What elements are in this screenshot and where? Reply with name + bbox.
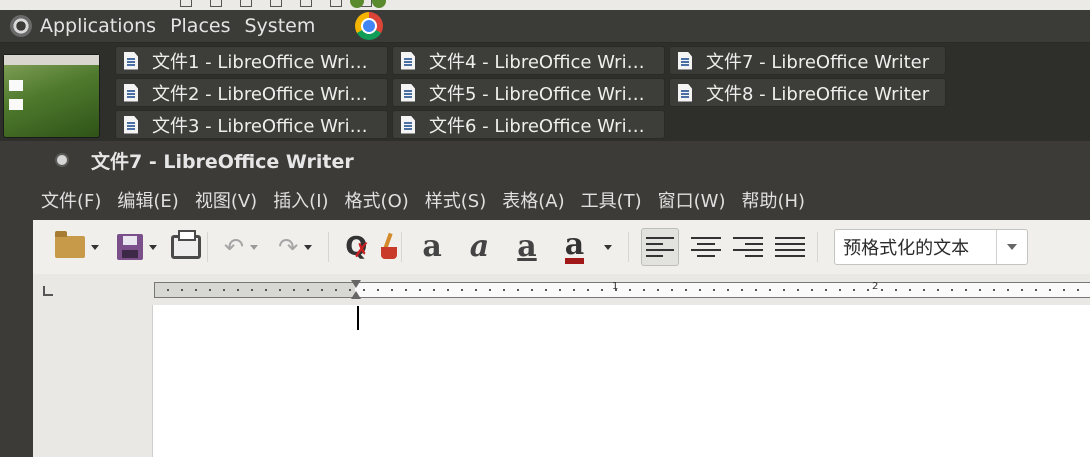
taskbar-window-1[interactable]: 文件1 - LibreOffice Wri… (115, 46, 388, 75)
desktop-top-edge (0, 0, 1090, 10)
text-cursor (357, 306, 359, 330)
document-icon (678, 83, 692, 102)
align-right-button[interactable] (733, 233, 764, 261)
menu-tools[interactable]: 工具(T) (581, 187, 642, 213)
ruler-ticks (155, 283, 1090, 297)
toolbar-separator (817, 232, 819, 262)
save-dropdown-arrow[interactable] (149, 244, 157, 250)
window-menu-icon[interactable] (55, 153, 69, 167)
panel-menu-applications[interactable]: Applications (40, 15, 156, 37)
justify-button[interactable] (775, 233, 806, 261)
panel-menu-system[interactable]: System (244, 15, 315, 37)
redo-icon: ↷ (278, 233, 299, 261)
ruler-label: 1 (612, 281, 619, 292)
taskbar-window-label: 文件7 - LibreOffice Writer (706, 51, 930, 73)
top-panel: Applications Places System (0, 10, 1090, 43)
tab-stop-icon[interactable] (43, 286, 53, 296)
document-icon (401, 83, 415, 102)
taskbar-window-label: 文件1 - LibreOffice Wri… (152, 51, 368, 73)
document-icon (401, 115, 415, 134)
toolbar-separator (401, 232, 403, 262)
document-icon (124, 51, 138, 70)
italic-icon: a (469, 229, 490, 264)
spellcheck-icon: Q ✗ (345, 232, 370, 262)
menu-insert[interactable]: 插入(I) (273, 187, 328, 213)
printer-icon (171, 230, 201, 259)
underline-icon: a (517, 229, 537, 264)
distro-logo-icon[interactable] (10, 15, 32, 37)
menu-styles[interactable]: 样式(S) (425, 187, 486, 213)
document-icon (124, 83, 138, 102)
paragraph-style-value: 预格式化的文本 (843, 238, 970, 259)
taskbar-window-label: 文件4 - LibreOffice Wri… (429, 51, 645, 73)
menu-file[interactable]: 文件(F) (41, 187, 101, 213)
top-edge-decoration (180, 0, 372, 8)
window-list-panel: 文件1 - LibreOffice Wri… 文件2 - LibreOffice… (0, 43, 1090, 141)
workspace-switcher[interactable] (3, 54, 100, 138)
taskbar-window-6[interactable]: 文件6 - LibreOffice Wri… (392, 110, 665, 139)
horizontal-ruler[interactable]: 1 2 (154, 280, 1090, 300)
spelling-button[interactable]: Q ✗ (335, 229, 370, 265)
toolbar-separator (328, 232, 330, 262)
chrome-launcher-icon[interactable] (355, 12, 384, 40)
document-icon (124, 115, 138, 134)
taskbar-window-3[interactable]: 文件3 - LibreOffice Wri… (115, 110, 388, 139)
taskbar-window-label: 文件3 - LibreOffice Wri… (152, 115, 368, 137)
taskbar-window-2[interactable]: 文件2 - LibreOffice Wri… (115, 78, 388, 107)
menu-bar: 文件(F) 编辑(E) 视图(V) 插入(I) 格式(O) 样式(S) 表格(A… (33, 179, 1090, 220)
toolbar-separator (207, 232, 208, 262)
redo-button[interactable]: ↷ (268, 229, 298, 265)
menu-view[interactable]: 视图(V) (195, 187, 257, 213)
window-titlebar[interactable]: 文件7 - LibreOffice Writer (33, 141, 1090, 179)
menu-edit[interactable]: 编辑(E) (117, 187, 178, 213)
align-center-button[interactable] (691, 233, 722, 261)
menu-help[interactable]: 帮助(H) (742, 187, 806, 213)
indent-marker[interactable] (351, 280, 361, 300)
window-title: 文件7 - LibreOffice Writer (91, 150, 354, 173)
menu-format[interactable]: 格式(O) (345, 187, 409, 213)
font-color-dropdown-arrow[interactable] (604, 244, 613, 250)
folder-open-icon (55, 231, 85, 258)
taskbar-window-7[interactable]: 文件7 - LibreOffice Writer (669, 46, 946, 75)
standard-toolbar: ↶ ↷ Q ✗ a a a a 预格式化的文本 (33, 220, 1090, 274)
print-button[interactable] (167, 229, 201, 265)
save-icon (117, 234, 143, 260)
ruler-label: 2 (872, 281, 879, 292)
green-dot-icon (372, 0, 386, 8)
taskbar-window-label: 文件2 - LibreOffice Wri… (152, 83, 368, 105)
open-button[interactable] (33, 229, 85, 265)
save-button[interactable] (109, 229, 143, 265)
undo-button[interactable]: ↶ (214, 229, 244, 265)
paintbrush-icon (381, 233, 398, 261)
bold-button[interactable]: a (408, 229, 455, 265)
italic-button[interactable]: a (456, 229, 503, 265)
undo-icon: ↶ (224, 233, 245, 261)
taskbar-window-label: 文件8 - LibreOffice Writer (706, 83, 930, 105)
paragraph-style-select[interactable]: 预格式化的文本 (834, 229, 1029, 265)
panel-menu-places[interactable]: Places (170, 15, 230, 37)
align-left-button[interactable] (641, 228, 680, 266)
open-dropdown-arrow[interactable] (91, 244, 99, 250)
font-color-icon: a (564, 226, 585, 264)
taskbar-window-label: 文件5 - LibreOffice Wri… (429, 83, 645, 105)
taskbar-window-8[interactable]: 文件8 - LibreOffice Writer (669, 78, 946, 107)
undo-dropdown-arrow[interactable] (250, 244, 259, 250)
taskbar-window-4[interactable]: 文件4 - LibreOffice Wri… (392, 46, 665, 75)
toolbar-separator (628, 232, 630, 262)
menu-table[interactable]: 表格(A) (502, 187, 564, 213)
document-icon (678, 51, 692, 70)
taskbar-window-5[interactable]: 文件5 - LibreOffice Wri… (392, 78, 665, 107)
menu-window[interactable]: 窗口(W) (658, 187, 726, 213)
bold-icon: a (422, 229, 442, 264)
ruler-area: 1 2 (33, 274, 1090, 304)
document-page[interactable] (152, 305, 1090, 457)
desktop-left-strip (0, 141, 33, 457)
chevron-down-icon[interactable] (996, 230, 1027, 264)
taskbar-window-label: 文件6 - LibreOffice Wri… (429, 115, 645, 137)
document-icon (401, 51, 415, 70)
redo-dropdown-arrow[interactable] (304, 244, 313, 250)
underline-button[interactable]: a (503, 229, 550, 265)
clone-formatting-button[interactable] (367, 229, 398, 265)
font-color-button[interactable]: a (551, 229, 598, 265)
